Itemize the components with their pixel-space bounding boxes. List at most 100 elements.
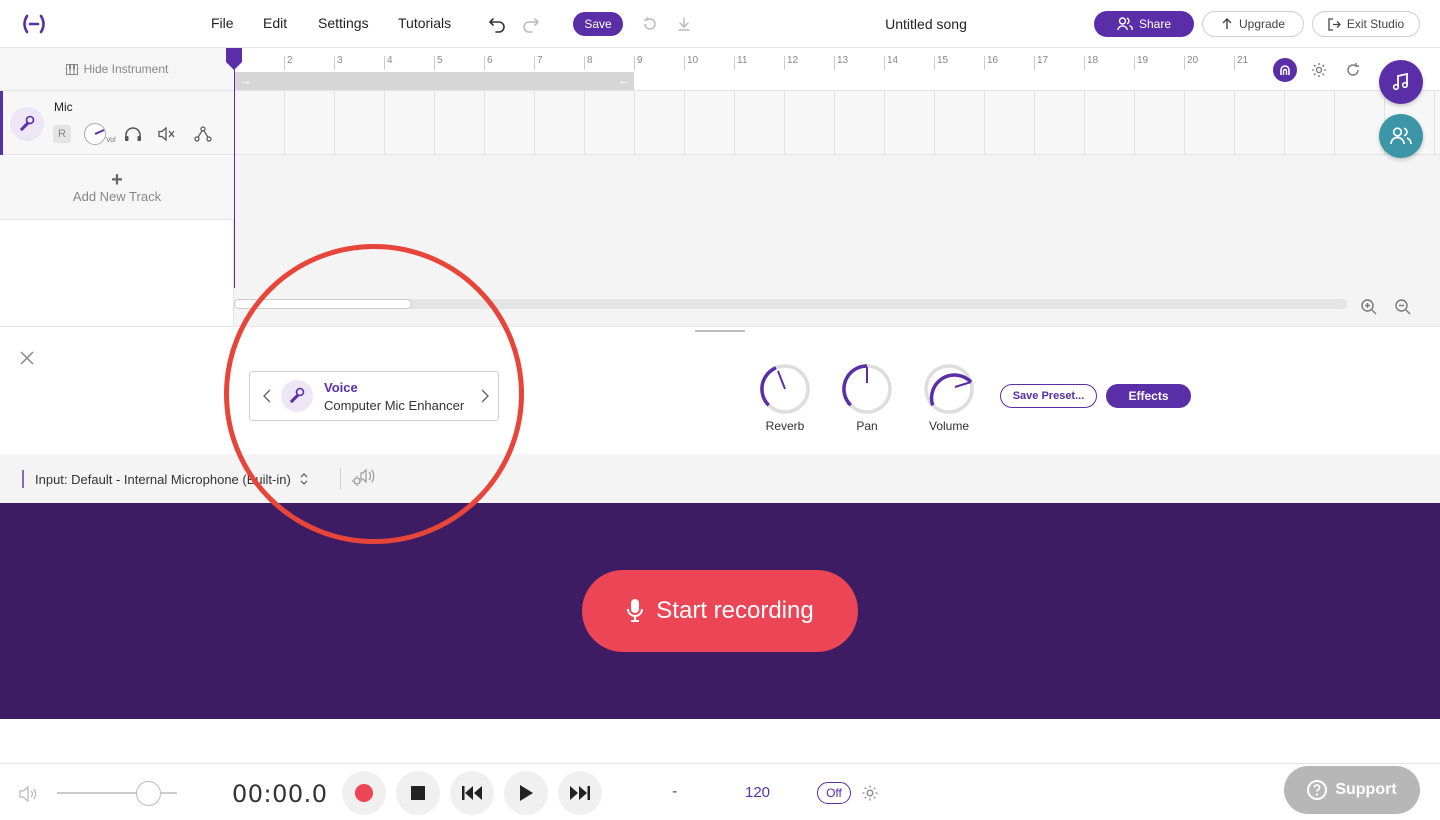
ruler-tick [684, 56, 685, 70]
song-title[interactable]: Untitled song [866, 16, 986, 32]
bar-number: 13 [837, 55, 849, 66]
soundtrap-logo[interactable] [20, 12, 48, 36]
top-bar: File Edit Settings Tutorials Save Untitl… [0, 0, 1440, 48]
microphone-icon[interactable] [10, 107, 44, 141]
record-button[interactable] [342, 771, 386, 815]
grid-line [984, 91, 985, 155]
loop-end-arrow[interactable]: ← [617, 72, 631, 88]
menu-settings[interactable]: Settings [318, 15, 369, 31]
tempo-display[interactable]: 120 [745, 784, 770, 801]
preset-selector[interactable]: Voice Computer Mic Enhancer [249, 371, 499, 421]
pan-knob[interactable] [841, 363, 893, 415]
chevron-right-icon[interactable] [478, 386, 492, 406]
metronome-toggle[interactable]: Off [817, 782, 851, 804]
timeline[interactable]: → ← 2 3 4 5 6 7 8 9 10 11 12 13 14 15 16 17 18 19 20 21 [226, 48, 1440, 328]
volume-knob[interactable] [923, 363, 975, 415]
rewind-button[interactable] [450, 771, 494, 815]
revert-icon[interactable] [638, 12, 662, 36]
reverb-label: Reverb [765, 419, 805, 433]
people-icon [1117, 17, 1133, 31]
record-area: Start recording [0, 503, 1440, 719]
record-arm-button[interactable]: R [53, 125, 71, 143]
grid-line [284, 91, 285, 155]
ruler-tick [434, 56, 435, 70]
automation-icon[interactable] [193, 124, 213, 144]
reverb-knob[interactable] [759, 363, 811, 415]
ruler-tick [984, 56, 985, 70]
start-recording-button[interactable]: Start recording [582, 570, 858, 652]
zoom-in-icon[interactable] [1360, 298, 1378, 316]
save-button[interactable]: Save [573, 12, 623, 36]
chevron-left-icon[interactable] [260, 386, 274, 406]
exit-studio-button[interactable]: Exit Studio [1312, 11, 1420, 37]
tuner-icon[interactable] [1273, 58, 1297, 82]
ruler-tick [384, 56, 385, 70]
undo-icon[interactable] [485, 12, 509, 36]
instrument-panel: Voice Computer Mic Enhancer Reverb Pan V… [0, 326, 1440, 454]
bar-number: 17 [1037, 55, 1049, 66]
grid-line [1084, 91, 1085, 155]
zoom-out-icon[interactable] [1394, 298, 1412, 316]
menu-edit[interactable]: Edit [263, 15, 287, 31]
speaker-icon[interactable] [18, 784, 38, 804]
input-device-label: Input: Default - Internal Microphone (Bu… [35, 471, 291, 487]
bar-number: 15 [937, 55, 949, 66]
upgrade-button[interactable]: Upgrade [1202, 11, 1304, 37]
add-new-track-button[interactable]: + Add New Track [0, 156, 234, 220]
menu-file[interactable]: File [211, 15, 234, 31]
music-note-icon[interactable] [1379, 60, 1423, 104]
effects-button[interactable]: Effects [1106, 384, 1191, 408]
menu-tutorials[interactable]: Tutorials [398, 15, 451, 31]
play-icon [520, 785, 533, 801]
grid-line [934, 91, 935, 155]
track-lane-mic[interactable] [234, 91, 1440, 155]
track-name[interactable]: Mic [54, 100, 73, 114]
input-device-select[interactable]: Input: Default - Internal Microphone (Bu… [35, 471, 309, 487]
loop-icon[interactable] [1341, 58, 1365, 82]
play-button[interactable] [504, 771, 548, 815]
master-volume-thumb[interactable] [136, 781, 161, 806]
grid-line [334, 91, 335, 155]
loop-start-arrow[interactable]: → [238, 72, 252, 88]
ruler-tick [1234, 56, 1235, 70]
track-volume-knob[interactable] [84, 123, 106, 145]
bar-number: 5 [437, 55, 443, 66]
stop-button[interactable] [396, 771, 440, 815]
fast-forward-icon [570, 786, 590, 800]
hide-instrument-label: Hide Instrument [83, 62, 169, 76]
playhead-handle[interactable] [226, 48, 242, 70]
record-icon [355, 784, 373, 802]
time-display: 00:00.0 [232, 780, 328, 808]
fast-forward-button[interactable] [558, 771, 602, 815]
loop-region[interactable] [234, 72, 634, 90]
grid-line [884, 91, 885, 155]
share-label: Share [1138, 17, 1172, 31]
track-row-mic[interactable]: Mic R Vol [0, 91, 234, 155]
grid-line [1134, 91, 1135, 155]
save-preset-button[interactable]: Save Preset... [1000, 384, 1097, 408]
bar-number: 19 [1137, 55, 1149, 66]
monitor-settings-icon[interactable] [350, 468, 376, 488]
download-icon[interactable] [672, 12, 696, 36]
input-level-meter [22, 470, 24, 488]
gear-icon[interactable] [1307, 58, 1331, 82]
hide-instrument-button[interactable]: Hide Instrument [0, 48, 234, 91]
key-display[interactable]: - [672, 783, 677, 801]
bar-number: 4 [387, 55, 393, 66]
collaborators-icon[interactable] [1379, 114, 1423, 158]
mute-icon[interactable] [157, 124, 177, 144]
support-button[interactable]: Support [1284, 766, 1420, 814]
share-button[interactable]: Share [1094, 11, 1194, 37]
grid-line [634, 91, 635, 155]
panel-resize-handle[interactable] [695, 330, 745, 332]
redo-icon[interactable] [519, 12, 543, 36]
ruler-tick [1034, 56, 1035, 70]
metronome-settings-icon[interactable] [861, 784, 879, 802]
horizontal-scroll-thumb[interactable] [234, 299, 412, 309]
track-selected-indicator [0, 91, 3, 155]
headphones-icon[interactable] [123, 124, 143, 144]
bar-ruler[interactable]: → ← 2 3 4 5 6 7 8 9 10 11 12 13 14 15 16 17 18 19 20 21 [234, 48, 1440, 91]
close-icon[interactable] [18, 349, 36, 367]
grid-line [1234, 91, 1235, 155]
ruler-tick [784, 56, 785, 70]
